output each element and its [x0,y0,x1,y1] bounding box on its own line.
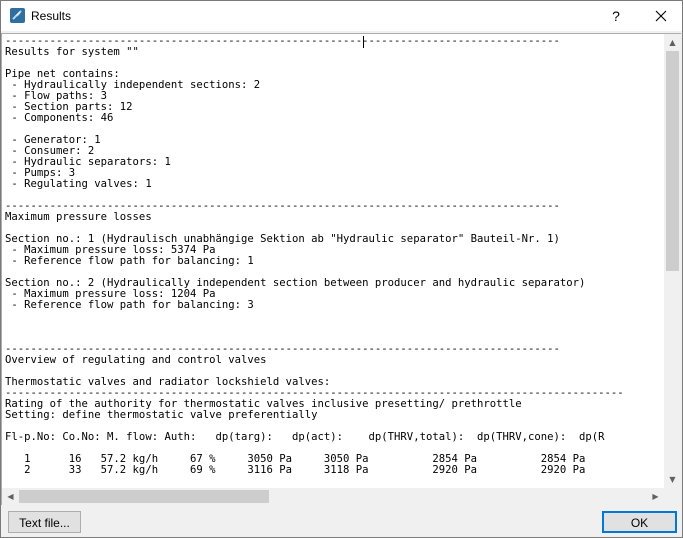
vertical-scrollbar[interactable]: ▲ ▼ [664,34,681,488]
results-report-text: ----------------------------------------… [5,36,663,476]
text-caret [363,36,364,48]
close-icon [655,10,667,22]
report-line: Setting: define thermostatic valve prefe… [5,409,318,421]
horizontal-scroll-thumb[interactable] [19,490,269,503]
report-line: - Reference flow path for balancing: 3 [5,299,254,311]
horizontal-scrollbar[interactable]: ◀ ▶ [2,488,664,505]
vertical-scroll-thumb[interactable] [666,51,679,271]
report-line: Maximum pressure losses [5,211,152,223]
report-line: Results for system "" [5,46,139,58]
results-text-area[interactable]: ----------------------------------------… [1,33,681,505]
help-button[interactable]: ? [601,1,631,31]
scroll-down-button[interactable]: ▼ [664,471,681,488]
ok-button[interactable]: OK [602,511,677,533]
report-line: - Regulating valves: 1 [5,178,152,190]
text-file-button[interactable]: Text file... [8,511,81,533]
report-line: Fl-p.No: Co.No: M. flow: Auth: dp(targ):… [5,431,605,443]
scrollbar-corner [664,488,681,505]
report-line: Overview of regulating and control valve… [5,354,267,366]
chevron-left-icon: ◀ [7,492,14,501]
window-title: Results [31,9,72,23]
close-button[interactable] [641,1,681,31]
report-line: - Reference flow path for balancing: 1 [5,255,254,267]
chevron-right-icon: ▶ [652,492,659,501]
scroll-right-button[interactable]: ▶ [647,488,664,505]
results-text-viewport: ----------------------------------------… [5,36,663,486]
report-line: 2 33 57.2 kg/h 69 % 3116 Pa 3118 Pa 2920… [5,464,586,476]
chevron-up-icon: ▲ [669,38,676,47]
report-line: - Components: 46 [5,112,114,124]
scroll-up-button[interactable]: ▲ [664,34,681,51]
scroll-left-button[interactable]: ◀ [2,488,19,505]
chevron-down-icon: ▼ [669,475,676,484]
title-bar: Results ? [1,1,682,31]
results-dialog: Results ? ------------------------------… [0,0,683,538]
app-icon [10,8,25,23]
